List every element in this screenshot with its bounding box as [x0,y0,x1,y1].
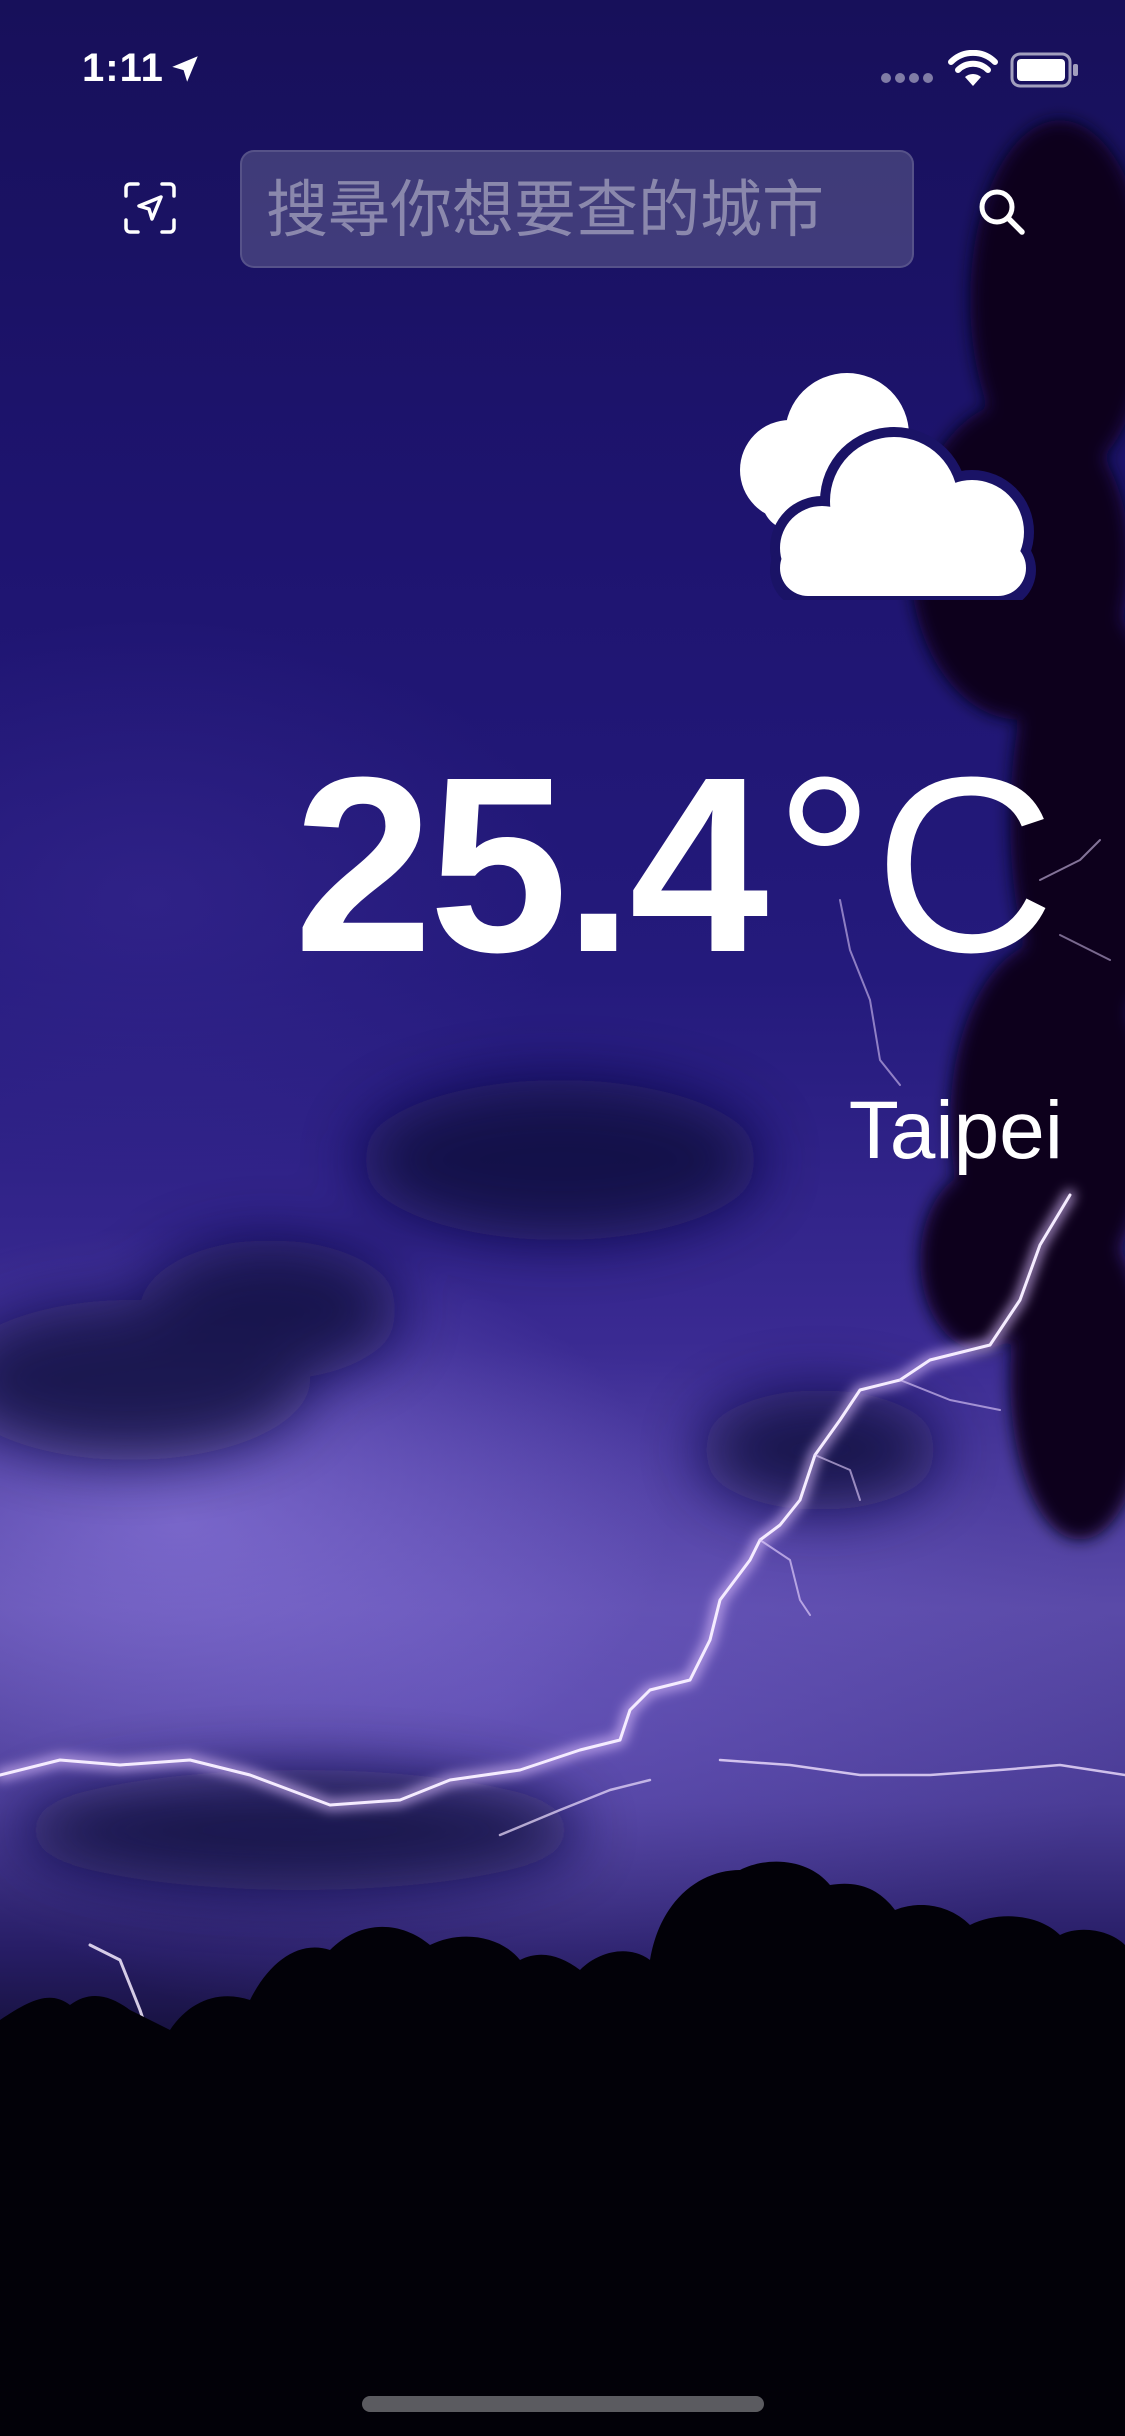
city-name: Taipei [848,1085,1063,1176]
locate-me-icon [124,182,176,234]
temperature-value: 25.4 [293,725,769,1004]
temperature-display: 25.4 °C [294,740,1055,990]
city-search-input[interactable] [240,150,914,268]
wifi-icon [948,50,998,86]
search-button[interactable] [966,176,1038,248]
status-time: 1:11 [82,46,164,90]
home-indicator[interactable] [362,2396,764,2412]
signal-dots-icon [881,73,933,83]
temperature-unit: °C [774,725,1055,1004]
locate-me-button[interactable] [112,170,188,246]
battery-icon [1010,52,1078,88]
cloudy-icon [740,373,1036,600]
magnifier-icon [979,189,1025,235]
location-arrow-icon [172,56,198,82]
tree-line-silhouette [0,1861,1125,2436]
weather-screen: 1:11 搜尋你想要查的城市 25.4 °C Taipei [0,0,1125,2436]
